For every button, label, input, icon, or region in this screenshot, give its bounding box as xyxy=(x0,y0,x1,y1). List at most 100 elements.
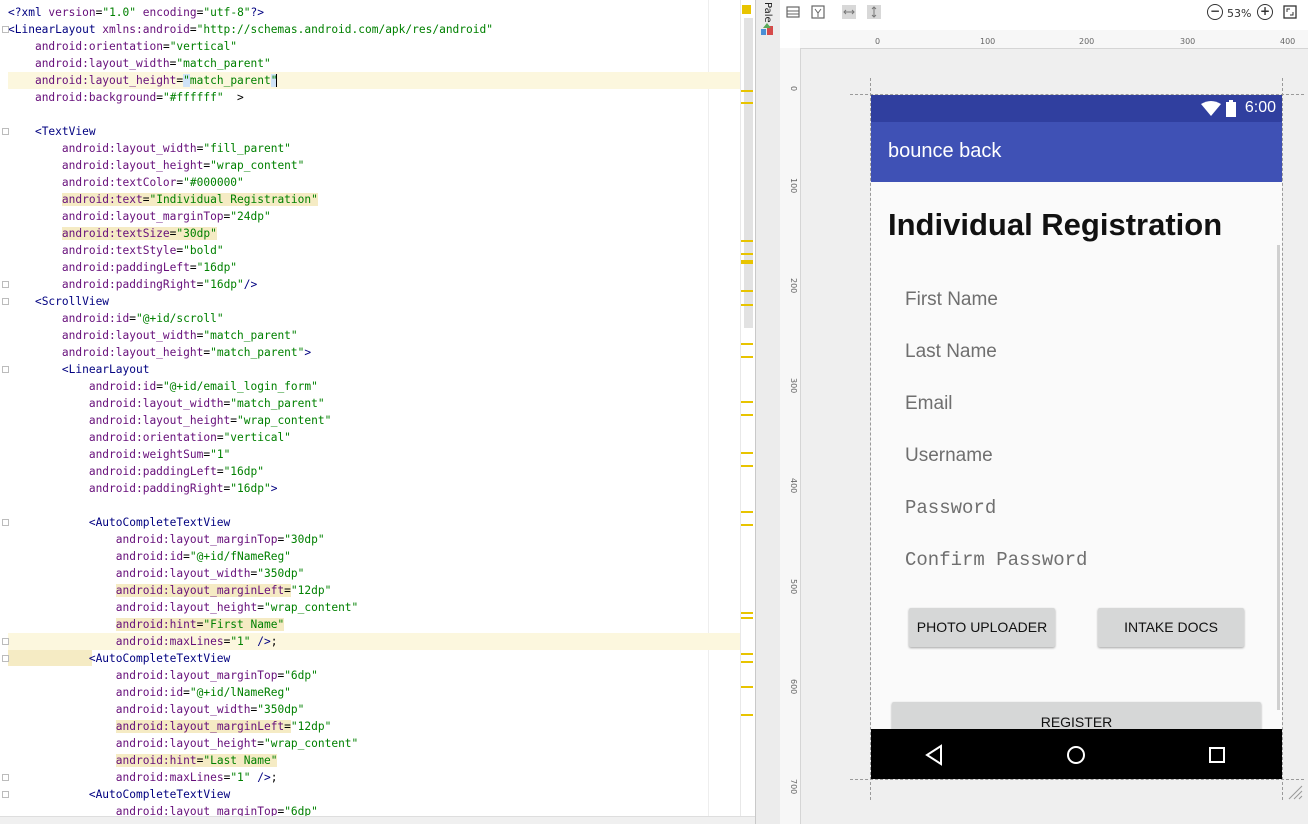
stripe-marker[interactable] xyxy=(741,401,753,403)
code-line[interactable]: android:layout_width="350dp" xyxy=(8,701,755,718)
code-line[interactable]: <ScrollView xyxy=(8,293,755,310)
back-icon[interactable] xyxy=(924,744,946,766)
code-line[interactable]: android:hint="First Name" xyxy=(8,616,755,633)
code-line[interactable]: <LinearLayout xyxy=(8,361,755,378)
last-name-field[interactable]: Last Name xyxy=(905,341,997,363)
stripe-marker[interactable] xyxy=(741,524,753,526)
horizontal-expand-icon[interactable] xyxy=(842,5,856,19)
first-name-field[interactable]: First Name xyxy=(905,289,998,311)
code-line[interactable]: android:orientation="vertical" xyxy=(8,38,755,55)
code-line[interactable]: android:layout_width="350dp" xyxy=(8,565,755,582)
code-line[interactable]: android:weightSum="1" xyxy=(8,446,755,463)
confirm-password-field[interactable]: Confirm Password xyxy=(905,549,1087,571)
code-line[interactable]: android:layout_height="wrap_content" xyxy=(8,412,755,429)
vertical-expand-icon[interactable] xyxy=(867,5,881,19)
intake-docs-button[interactable]: INTAKE DOCS xyxy=(1098,608,1244,647)
code-line[interactable]: android:maxLines="1" />; xyxy=(8,769,755,786)
fold-marker[interactable] xyxy=(2,366,9,373)
recents-icon[interactable] xyxy=(1206,744,1228,766)
stripe-marker[interactable] xyxy=(741,102,753,104)
code-line[interactable]: <AutoCompleteTextView xyxy=(8,650,755,667)
fold-marker[interactable] xyxy=(2,281,9,288)
stripe-marker[interactable] xyxy=(741,240,753,242)
zoom-in-button[interactable]: + xyxy=(1257,4,1273,20)
stripe-marker[interactable] xyxy=(741,343,753,345)
palette-icon[interactable] xyxy=(760,22,774,36)
stripe-marker[interactable] xyxy=(741,612,753,614)
username-field[interactable]: Username xyxy=(905,445,993,467)
code-line[interactable]: android:paddingRight="16dp"/> xyxy=(8,276,755,293)
code-line[interactable]: android:hint="Last Name" xyxy=(8,752,755,769)
code-line[interactable]: android:text="Individual Registration" xyxy=(8,191,755,208)
code-line[interactable] xyxy=(8,497,755,514)
stripe-marker[interactable] xyxy=(741,452,753,454)
photo-uploader-button[interactable]: PHOTO UPLOADER xyxy=(909,608,1055,647)
code-line[interactable]: android:id="@+id/lNameReg" xyxy=(8,684,755,701)
fold-marker[interactable] xyxy=(2,298,9,305)
fold-marker[interactable] xyxy=(2,519,9,526)
code-line[interactable]: android:layout_width="fill_parent" xyxy=(8,140,755,157)
code-line[interactable]: android:layout_width="match_parent" xyxy=(8,327,755,344)
code-line[interactable]: android:orientation="vertical" xyxy=(8,429,755,446)
code-line[interactable]: android:textStyle="bold" xyxy=(8,242,755,259)
code-line[interactable]: android:layout_width="match_parent" xyxy=(8,55,755,72)
stripe-marker[interactable] xyxy=(741,714,753,716)
code-line[interactable]: android:paddingLeft="16dp" xyxy=(8,463,755,480)
stripe-marker[interactable] xyxy=(741,304,753,306)
stripe-marker[interactable] xyxy=(741,653,753,655)
stripe-marker[interactable] xyxy=(741,356,753,358)
design-view-icon[interactable] xyxy=(786,5,800,19)
fold-marker[interactable] xyxy=(2,128,9,135)
code-line[interactable]: android:layout_height="match_parent" xyxy=(8,72,755,89)
stripe-marker[interactable] xyxy=(741,511,753,513)
code-line[interactable]: android:layout_marginTop="24dp" xyxy=(8,208,755,225)
code-line[interactable]: android:paddingRight="16dp"> xyxy=(8,480,755,497)
fold-marker[interactable] xyxy=(2,791,9,798)
code-line[interactable]: android:textSize="30dp" xyxy=(8,225,755,242)
blueprint-view-icon[interactable] xyxy=(811,5,825,19)
editor-scroll-thumb[interactable] xyxy=(744,18,753,328)
code-line[interactable]: android:textColor="#000000" xyxy=(8,174,755,191)
fold-gutter[interactable] xyxy=(0,0,9,824)
code-line[interactable]: android:id="@+id/scroll" xyxy=(8,310,755,327)
fold-marker[interactable] xyxy=(2,655,9,662)
code-line[interactable]: android:background="#ffffff" > xyxy=(8,89,755,106)
resize-handle-icon[interactable] xyxy=(1287,784,1303,800)
stripe-marker[interactable] xyxy=(741,686,753,688)
stripe-marker[interactable] xyxy=(741,290,753,292)
code-line[interactable]: android:layout_height="match_parent"> xyxy=(8,344,755,361)
code-line[interactable]: android:id="@+id/email_login_form" xyxy=(8,378,755,395)
code-line[interactable]: android:layout_marginLeft="12dp" xyxy=(8,718,755,735)
fold-marker[interactable] xyxy=(2,26,9,33)
code-line[interactable]: android:layout_marginTop="30dp" xyxy=(8,531,755,548)
code-line[interactable]: android:layout_height="wrap_content" xyxy=(8,157,755,174)
stripe-marker[interactable] xyxy=(741,414,753,416)
code-line[interactable]: android:paddingLeft="16dp" xyxy=(8,259,755,276)
code-line[interactable] xyxy=(8,106,755,123)
zoom-to-fit-icon[interactable] xyxy=(1283,5,1297,19)
code-line[interactable]: android:layout_marginLeft="12dp" xyxy=(8,582,755,599)
device-preview[interactable]: 6:00 bounce back Individual Registration… xyxy=(871,95,1282,779)
stripe-marker[interactable] xyxy=(741,260,753,264)
code-line[interactable]: <AutoCompleteTextView xyxy=(8,514,755,531)
fold-marker[interactable] xyxy=(2,774,9,781)
code-line[interactable]: <TextView xyxy=(8,123,755,140)
zoom-out-button[interactable]: − xyxy=(1207,4,1223,20)
stripe-marker[interactable] xyxy=(741,661,753,663)
code-line[interactable]: <AutoCompleteTextView xyxy=(8,786,755,803)
code-lines[interactable]: <?xml version="1.0" encoding="utf-8"?> <L… xyxy=(8,4,755,820)
stripe-marker[interactable] xyxy=(741,90,753,92)
fold-marker[interactable] xyxy=(2,638,9,645)
code-line[interactable]: android:layout_marginTop="6dp" xyxy=(8,667,755,684)
home-icon[interactable] xyxy=(1065,744,1087,766)
palette-tab-label[interactable]: Pale xyxy=(757,2,777,23)
code-editor[interactable]: <?xml version="1.0" encoding="utf-8"?> <L… xyxy=(0,0,755,824)
stripe-marker[interactable] xyxy=(741,617,753,619)
code-line[interactable]: android:maxLines="1" />; xyxy=(8,633,755,650)
stripe-marker[interactable] xyxy=(741,253,753,255)
code-line[interactable]: android:id="@+id/fNameReg" xyxy=(8,548,755,565)
code-line[interactable]: android:layout_width="match_parent" xyxy=(8,395,755,412)
password-field[interactable]: Password xyxy=(905,497,996,519)
code-line[interactable]: android:layout_height="wrap_content" xyxy=(8,599,755,616)
code-line[interactable]: <?xml version="1.0" encoding="utf-8"?> xyxy=(8,4,755,21)
